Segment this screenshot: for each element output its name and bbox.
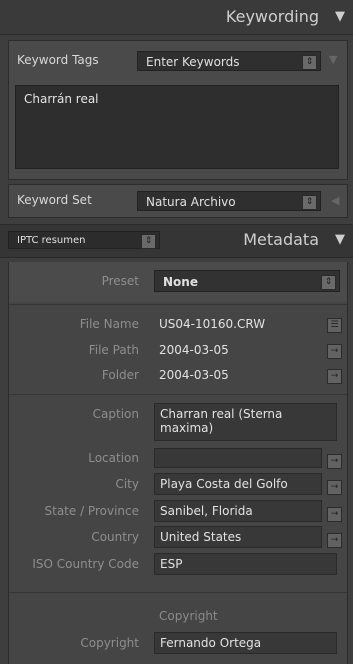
metadata-view-dropdown[interactable]: IPTC resumen ⇕ [8,231,160,249]
state-label: State / Province [44,504,140,518]
expand-triangle-icon[interactable]: ◀ [331,194,339,207]
collapse-triangle-icon[interactable]: ▼ [329,53,337,66]
copyright-field[interactable]: Fernando Ortega [154,632,337,654]
keyword-set-label: Keyword Set [17,193,92,207]
metadata-view-value: IPTC resumen [17,235,86,246]
country-field[interactable]: United States [154,526,322,548]
metadata-title: Metadata [243,230,319,249]
keyword-tags-text: Charrán real [24,92,99,106]
preset-label: Preset [101,274,139,288]
copyright-section-header: Copyright [159,609,218,623]
go-arrow-icon[interactable]: → [327,454,342,469]
folder-label: Folder [101,368,139,382]
dropdown-arrow-icon: ⇕ [141,234,156,249]
city-label: City [115,477,139,491]
keyword-tags-mode-dropdown[interactable]: Enter Keywords ⇕ [137,51,321,71]
dropdown-arrow-icon: ⇕ [321,275,336,290]
metadata-header[interactable]: IPTC resumen ⇕ Metadata ▼ [0,224,353,258]
caption-field[interactable]: Charran real (Sterna maxima) [154,403,337,441]
dropdown-arrow-icon: ⇕ [302,55,317,70]
go-arrow-icon[interactable]: → [327,344,342,359]
divider [9,592,347,593]
preset-dropdown[interactable]: None ⇕ [154,270,340,292]
iso-code-label: ISO Country Code [32,557,139,571]
keyword-tags-label: Keyword Tags [17,53,99,67]
state-value: Sanibel, Florida [160,504,253,518]
preset-row: Preset None ⇕ [9,262,347,302]
go-arrow-icon[interactable]: → [327,369,342,384]
preset-value: None [163,275,198,289]
list-icon[interactable]: ☰ [327,318,342,333]
caption-value: Charran real (Sterna maxima) [160,407,283,435]
dropdown-arrow-icon: ⇕ [302,195,317,210]
right-panel: Keywording ▼ Keyword Tags Enter Keywords… [0,0,353,664]
keywording-header[interactable]: Keywording ▼ [0,0,353,35]
state-field[interactable]: Sanibel, Florida [154,500,322,522]
country-value: United States [160,530,242,544]
keyword-set-dropdown[interactable]: Natura Archivo ⇕ [137,191,321,211]
location-field[interactable] [154,448,322,468]
divider [9,394,347,395]
collapse-triangle-icon[interactable]: ▼ [335,232,345,247]
metadata-panel: Preset None ⇕ File Name US04-10160.CRW ☰… [8,262,348,664]
keyword-tags-section: Keyword Tags Enter Keywords ⇕ ▼ Charrán … [8,40,348,180]
file-name-value: US04-10160.CRW [159,317,266,331]
divider [9,304,347,305]
keywording-title: Keywording [225,7,319,26]
copyright-label: Copyright [80,636,139,650]
city-field[interactable]: Playa Costa del Golfo [154,473,322,495]
iso-code-value: ESP [160,557,183,571]
file-path-value: 2004-03-05 [159,343,229,357]
city-value: Playa Costa del Golfo [160,477,288,491]
country-label: Country [91,530,139,544]
file-name-label: File Name [79,317,139,331]
collapse-triangle-icon[interactable]: ▼ [335,9,345,24]
go-arrow-icon[interactable]: → [327,480,342,495]
copyright-value: Fernando Ortega [160,636,262,650]
location-label: Location [88,451,139,465]
keyword-set-section: Keyword Set Natura Archivo ⇕ ◀ [8,184,348,218]
folder-value: 2004-03-05 [159,368,229,382]
iso-code-field[interactable]: ESP [154,553,337,575]
keyword-tags-textarea[interactable]: Charrán real [15,85,339,169]
file-path-label: File Path [88,343,139,357]
keyword-set-value: Natura Archivo [146,195,236,209]
keyword-tags-mode-value: Enter Keywords [146,55,240,69]
go-arrow-icon[interactable]: → [327,507,342,522]
go-arrow-icon[interactable]: → [327,533,342,548]
caption-label: Caption [92,407,139,421]
